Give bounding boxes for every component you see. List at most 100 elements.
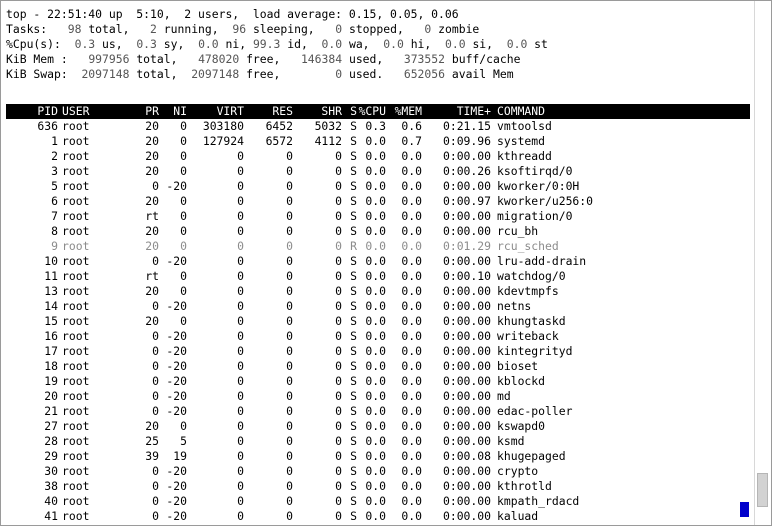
process-mem: 0.0 (401, 479, 422, 493)
process-command: kmpath_rdacd (497, 494, 580, 508)
mem-free-label: free, (246, 52, 281, 66)
process-mem: 0.0 (401, 314, 422, 328)
process-shr: 0 (335, 404, 342, 418)
process-time: 0:00.00 (442, 344, 491, 358)
process-command: crypto (497, 464, 539, 478)
mem-total-label: total, (136, 52, 178, 66)
process-pid: 18 (44, 359, 58, 373)
process-table-header: PID USER PR NI VIRT RES SHR S %CPU %MEM TIME+ COMMA… (6, 104, 750, 119)
process-nice: -20 (166, 254, 187, 268)
process-nice: 0 (180, 284, 187, 298)
process-res: 0 (286, 269, 293, 283)
process-res: 0 (286, 224, 293, 238)
process-virt: 0 (237, 374, 244, 388)
process-nice: 5 (180, 434, 187, 448)
swap-total: 2097148 (81, 67, 130, 81)
cpu-wa-label: wa, (348, 37, 370, 51)
cpu-wa: 0.0 (321, 37, 343, 51)
process-pid: 8 (51, 224, 58, 238)
process-virt: 0 (237, 509, 244, 523)
process-shr: 0 (335, 464, 342, 478)
cpu-us: 0.3 (74, 37, 96, 51)
process-shr: 0 (335, 254, 342, 268)
process-row: 8 root 20 0 0 0 0 S 0.0 0.0 0:00.00 rcu_bh (6, 224, 753, 239)
mem-buff: 373552 (403, 52, 445, 66)
process-time: 0:00.00 (442, 464, 491, 478)
process-state: S (350, 449, 357, 463)
process-time: 0:00.08 (442, 449, 491, 463)
process-cpu: 0.3 (365, 119, 386, 133)
process-user: root (62, 149, 90, 163)
process-row: 19 root 0 -20 0 0 0 S 0.0 0.0 0:00.00 kblockd (6, 374, 753, 389)
process-cpu: 0.0 (365, 419, 386, 433)
terminal-cursor (740, 502, 749, 517)
process-pid: 3 (51, 164, 58, 178)
process-state: S (350, 254, 357, 268)
process-priority: 0 (152, 404, 159, 418)
process-mem: 0.0 (401, 374, 422, 388)
process-nice: -20 (166, 464, 187, 478)
process-cpu: 0.0 (365, 359, 386, 373)
process-command: edac-poller (497, 404, 573, 418)
process-res: 6572 (265, 134, 293, 148)
process-user: root (62, 194, 90, 208)
process-time: 0:00.00 (442, 509, 491, 523)
uptime-line: top - 22:51:40 up 5:10, 2 users, load av… (6, 7, 753, 22)
process-shr: 0 (335, 224, 342, 238)
process-cpu: 0.0 (365, 434, 386, 448)
process-virt: 0 (237, 224, 244, 238)
process-row: 41 root 0 -20 0 0 0 S 0.0 0.0 0:00.00 kaluad (6, 509, 753, 524)
process-state: S (350, 194, 357, 208)
process-row: 636 root 20 0 303180 6452 5032 S 0.3 0.6 0:21.15 vm… (6, 119, 753, 134)
vertical-scrollbar[interactable] (754, 1, 771, 525)
process-command: kaluad (497, 509, 539, 523)
process-nice: 0 (180, 314, 187, 328)
process-res: 0 (286, 254, 293, 268)
process-pid: 2 (51, 149, 58, 163)
swap-free-label: free, (246, 67, 281, 81)
mem-free: 478020 (198, 52, 240, 66)
tasks-running-label: running, (163, 22, 219, 36)
uptime-text: top - 22:51:40 up 5:10, 2 users, load av… (6, 7, 459, 21)
process-pid: 5 (51, 179, 58, 193)
process-pid: 10 (44, 254, 58, 268)
process-cpu: 0.0 (365, 374, 386, 388)
process-row: 30 root 0 -20 0 0 0 S 0.0 0.0 0:00.00 crypto (6, 464, 753, 479)
process-state: S (350, 149, 357, 163)
cpu-ni: 0.0 (198, 37, 219, 51)
cpu-id: 99.3 (252, 37, 281, 51)
tasks-total: 98 (67, 22, 82, 36)
process-virt: 0 (237, 209, 244, 223)
process-user: root (62, 164, 90, 178)
process-user: root (62, 344, 90, 358)
process-state: S (350, 179, 357, 193)
process-time: 0:00.00 (442, 149, 491, 163)
process-time: 0:00.00 (442, 359, 491, 373)
process-res: 0 (286, 329, 293, 343)
process-res: 6452 (265, 119, 293, 133)
process-shr: 0 (335, 269, 342, 283)
process-pid: 15 (44, 314, 58, 328)
process-shr: 0 (335, 494, 342, 508)
process-command: kswapd0 (497, 419, 546, 433)
process-state: R (350, 239, 357, 253)
tasks-zombie: 0 (424, 22, 432, 36)
process-state: S (350, 389, 357, 403)
process-priority: 20 (145, 194, 159, 208)
process-res: 0 (286, 419, 293, 433)
mem-line: KiB Mem : 997956 total, 478020 free, 146… (6, 52, 753, 67)
process-shr: 0 (335, 389, 342, 403)
process-state: S (350, 119, 357, 133)
terminal-window[interactable]: top - 22:51:40 up 5:10, 2 users, load av… (0, 0, 772, 526)
process-command: rcu_bh (497, 224, 539, 238)
process-row: 16 root 0 -20 0 0 0 S 0.0 0.0 0:00.00 writeback (6, 329, 753, 344)
process-priority: 0 (152, 299, 159, 313)
process-shr: 0 (335, 449, 342, 463)
process-time: 0:00.10 (442, 269, 491, 283)
process-shr: 0 (335, 509, 342, 523)
process-virt: 0 (237, 449, 244, 463)
process-row: 2 root 20 0 0 0 0 S 0.0 0.0 0:00.00 kthreadd (6, 149, 753, 164)
scrollbar-thumb[interactable] (757, 473, 768, 507)
tasks-total-label: total, (88, 22, 130, 36)
process-shr: 0 (335, 194, 342, 208)
